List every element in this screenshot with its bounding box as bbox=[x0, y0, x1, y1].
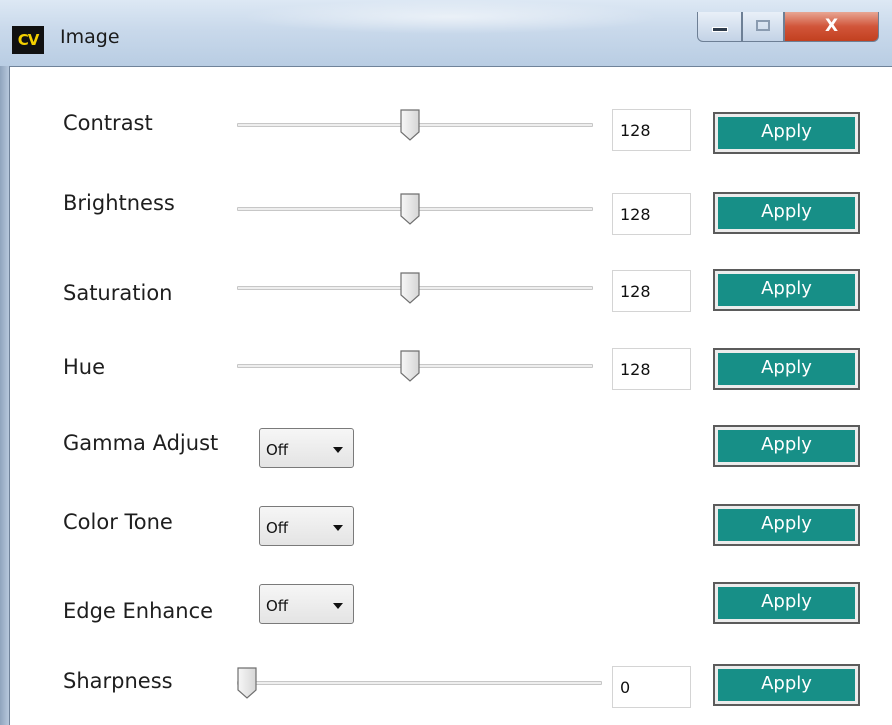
window-frame-left bbox=[0, 66, 9, 725]
brightness-label: Brightness bbox=[63, 191, 175, 215]
apply-button-label: Apply bbox=[718, 669, 855, 701]
apply-button-label: Apply bbox=[718, 353, 855, 385]
title-bar[interactable]: CV Image X bbox=[0, 0, 892, 66]
maximize-button[interactable] bbox=[742, 12, 784, 42]
app-logo-icon: CV bbox=[12, 26, 44, 54]
maximize-icon bbox=[756, 20, 770, 31]
gamma-adjust-label: Gamma Adjust bbox=[63, 431, 219, 455]
minimize-icon bbox=[711, 27, 728, 32]
apply-button-label: Apply bbox=[718, 197, 855, 229]
slider-thumb[interactable] bbox=[399, 272, 421, 304]
slider-thumb[interactable] bbox=[399, 350, 421, 382]
contrast-apply-button[interactable]: Apply bbox=[713, 112, 860, 154]
saturation-value-field[interactable]: 128 bbox=[612, 270, 691, 312]
close-button[interactable]: X bbox=[784, 12, 879, 42]
slider-thumb[interactable] bbox=[399, 109, 421, 141]
contrast-value-field[interactable]: 128 bbox=[612, 109, 691, 151]
apply-button-label: Apply bbox=[718, 117, 855, 149]
slider-track bbox=[237, 681, 602, 685]
saturation-label: Saturation bbox=[63, 281, 173, 305]
saturation-apply-button[interactable]: Apply bbox=[713, 269, 860, 311]
minimize-button[interactable] bbox=[697, 12, 742, 42]
edge-enhance-label: Edge Enhance bbox=[63, 599, 214, 623]
chevron-down-icon bbox=[333, 447, 343, 453]
sharpness-label: Sharpness bbox=[63, 669, 173, 693]
sharpness-apply-button[interactable]: Apply bbox=[713, 664, 860, 706]
brightness-apply-button[interactable]: Apply bbox=[713, 192, 860, 234]
apply-button-label: Apply bbox=[718, 509, 855, 541]
sharpness-value-field[interactable]: 0 bbox=[612, 666, 691, 708]
edge-enhance-dropdown[interactable]: Off bbox=[259, 584, 354, 624]
hue-label: Hue bbox=[63, 355, 106, 379]
hue-slider[interactable] bbox=[237, 350, 593, 382]
chevron-down-icon bbox=[333, 603, 343, 609]
slider-thumb[interactable] bbox=[399, 193, 421, 225]
apply-button-label: Apply bbox=[718, 274, 855, 306]
dropdown-value: Off bbox=[266, 441, 289, 459]
slider-thumb[interactable] bbox=[236, 667, 258, 699]
color-tone-label: Color Tone bbox=[63, 510, 173, 534]
apply-button-label: Apply bbox=[718, 587, 855, 619]
image-settings-panel: Contrast 128 Apply Brightness 128 Apply … bbox=[9, 66, 892, 725]
dropdown-value: Off bbox=[266, 519, 289, 537]
gamma-adjust-apply-button[interactable]: Apply bbox=[713, 425, 860, 467]
color-tone-dropdown[interactable]: Off bbox=[259, 506, 354, 546]
color-tone-apply-button[interactable]: Apply bbox=[713, 504, 860, 546]
caption-buttons: X bbox=[697, 12, 892, 42]
contrast-label: Contrast bbox=[63, 111, 153, 135]
sharpness-slider[interactable] bbox=[237, 667, 602, 699]
edge-enhance-apply-button[interactable]: Apply bbox=[713, 582, 860, 624]
saturation-slider[interactable] bbox=[237, 272, 593, 304]
contrast-slider[interactable] bbox=[237, 109, 593, 141]
dropdown-value: Off bbox=[266, 597, 289, 615]
window-title: Image bbox=[60, 26, 120, 48]
brightness-slider[interactable] bbox=[237, 193, 593, 225]
chevron-down-icon bbox=[333, 525, 343, 531]
gamma-adjust-dropdown[interactable]: Off bbox=[259, 428, 354, 468]
hue-value-field[interactable]: 128 bbox=[612, 348, 691, 390]
brightness-value-field[interactable]: 128 bbox=[612, 193, 691, 235]
apply-button-label: Apply bbox=[718, 430, 855, 462]
hue-apply-button[interactable]: Apply bbox=[713, 348, 860, 390]
close-icon: X bbox=[824, 16, 839, 36]
